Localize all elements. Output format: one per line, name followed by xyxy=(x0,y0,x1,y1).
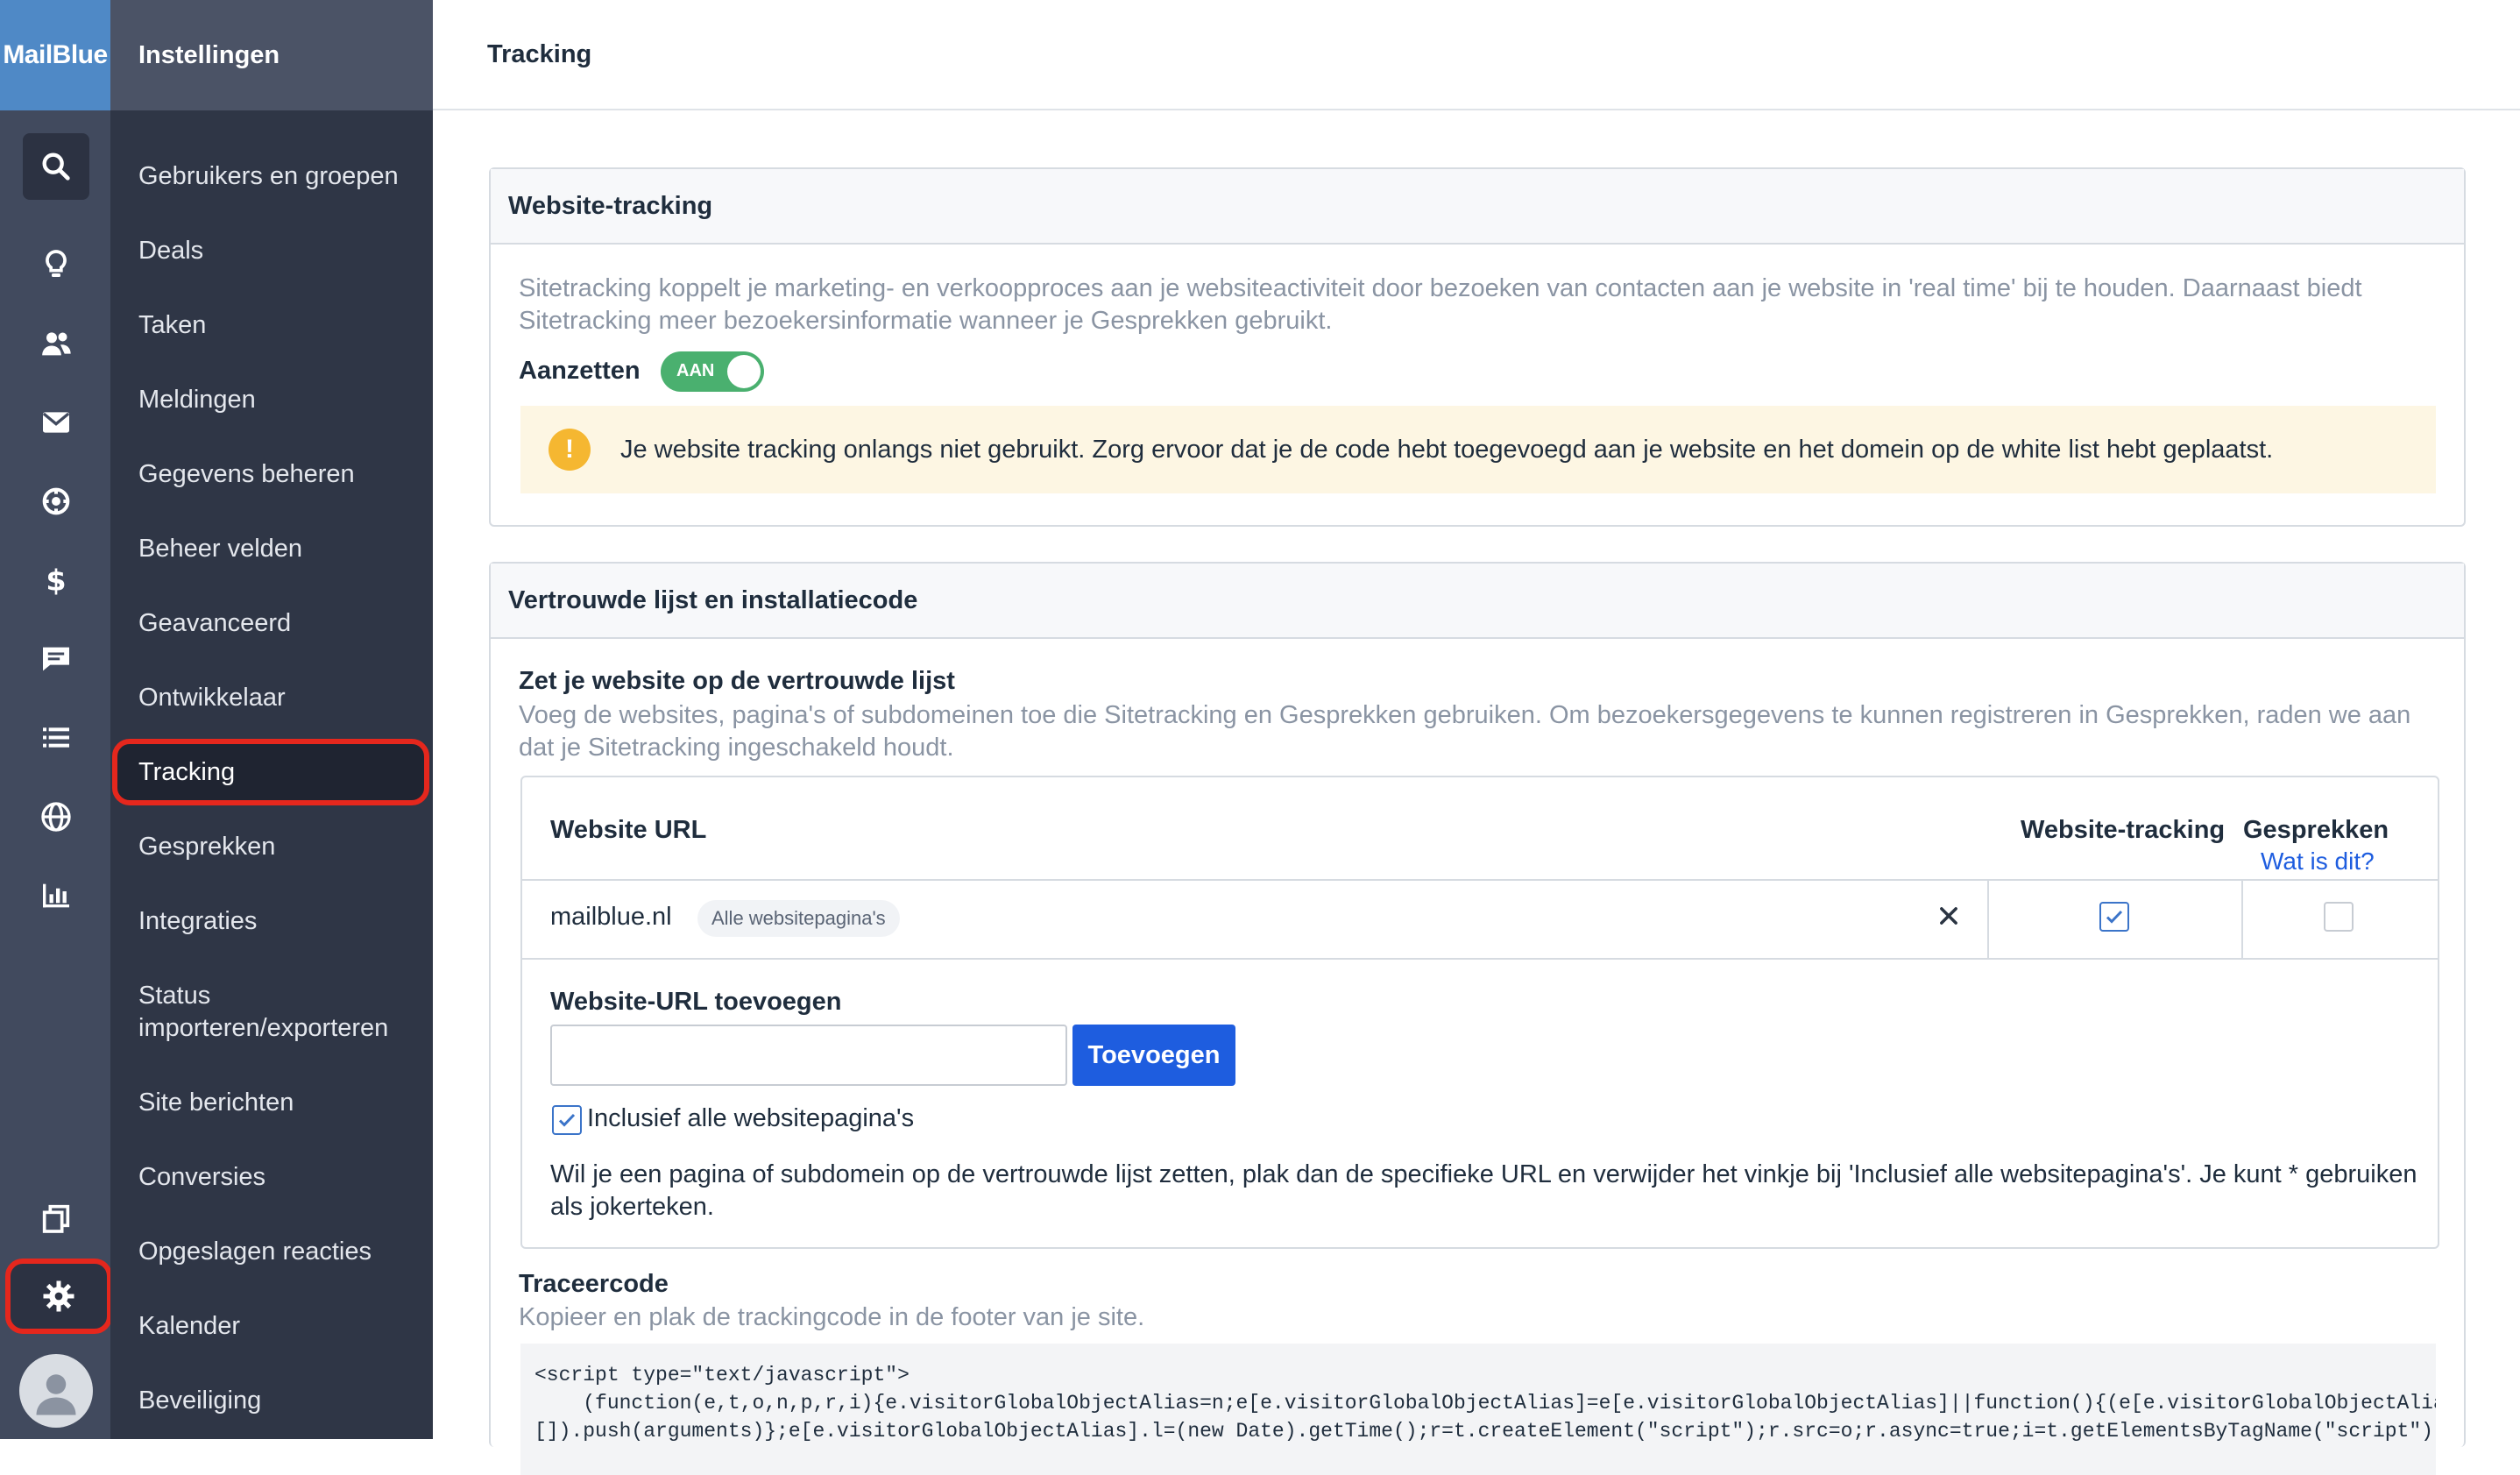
trace-code-heading: Traceercode xyxy=(519,1270,669,1298)
page-title: Tracking xyxy=(433,0,2520,110)
website-tracking-card: Website-tracking Sitetracking koppelt je… xyxy=(489,167,2466,527)
menu-item-deals[interactable]: Deals xyxy=(138,235,419,267)
menu-item-manage-fields[interactable]: Beheer velden xyxy=(138,533,419,565)
row-url: mailblue.nl xyxy=(550,903,672,931)
add-button[interactable]: Toevoegen xyxy=(1072,1025,1235,1086)
warning-icon: ! xyxy=(549,429,591,471)
warning-text: Je website tracking onlangs niet gebruik… xyxy=(620,435,2274,464)
add-url-label: Website-URL toevoegen xyxy=(550,988,842,1016)
divider xyxy=(1987,879,1989,960)
website-tracking-heading: Website-tracking xyxy=(491,169,2464,245)
code-line: (function(e,t,o,n,p,r,i){e.visitorGlobal… xyxy=(583,1392,2436,1415)
gear-icon[interactable] xyxy=(5,1259,112,1334)
toggle-label: Aanzetten xyxy=(519,357,641,385)
divider xyxy=(522,879,2438,881)
automation-icon[interactable] xyxy=(23,468,89,535)
tracking-toggle[interactable]: AAN xyxy=(661,351,764,392)
trace-code-description: Kopieer en plak de trackingcode in de fo… xyxy=(519,1303,1145,1331)
menu-item-tasks[interactable]: Taken xyxy=(138,309,419,342)
website-tracking-description: Sitetracking koppelt je marketing- en ve… xyxy=(519,274,2362,335)
menu-item-security[interactable]: Beveiliging xyxy=(138,1385,419,1417)
settings-menu-title: Instellingen xyxy=(110,0,433,110)
search-icon[interactable] xyxy=(23,133,89,200)
column-header-tracking: Website-tracking xyxy=(2021,816,2226,844)
menu-item-notifications[interactable]: Meldingen xyxy=(138,384,419,416)
menu-item-integrations[interactable]: Integraties xyxy=(138,905,419,938)
menu-item-calendar[interactable]: Kalender xyxy=(138,1310,419,1343)
icon-rail: MailBlue $ xyxy=(0,0,112,1439)
include-all-label[interactable]: Inclusief alle websitepagina's xyxy=(587,1104,914,1133)
menu-item-advanced[interactable]: Geavanceerd xyxy=(138,607,419,640)
trace-code-block[interactable]: <script type="text/javascript"> (functio… xyxy=(520,1344,2436,1475)
svg-text:$: $ xyxy=(46,564,66,598)
url-input[interactable] xyxy=(550,1025,1067,1086)
menu-item-tracking[interactable]: Tracking xyxy=(112,739,429,805)
mail-icon[interactable] xyxy=(23,389,89,456)
whitelist-heading: Vertrouwde lijst en installatiecode xyxy=(491,564,2464,639)
toggle-knob xyxy=(727,355,761,388)
url-table: Website URL Website-tracking Gesprekken … xyxy=(520,776,2439,1249)
chat-icon[interactable] xyxy=(23,626,89,692)
menu-item-manage-data[interactable]: Gegevens beheren xyxy=(138,458,419,491)
whitelist-subtitle: Zet je website op de vertrouwde lijst xyxy=(519,667,955,695)
lightbulb-icon[interactable] xyxy=(23,231,89,298)
settings-menu: Instellingen Gebruikers en groepen Deals… xyxy=(110,0,433,1439)
include-all-checkbox[interactable] xyxy=(552,1105,582,1135)
row-tracking-checkbox[interactable] xyxy=(2099,902,2129,932)
scope-badge: Alle websitepagina's xyxy=(697,900,900,937)
toggle-state-label: AAN xyxy=(676,361,715,380)
row-conversations-checkbox[interactable] xyxy=(2324,902,2354,932)
menu-item-conversions[interactable]: Conversies xyxy=(138,1161,419,1194)
reports-icon[interactable] xyxy=(23,862,89,929)
dollar-icon[interactable]: $ xyxy=(23,547,89,613)
menu-item-conversations[interactable]: Gesprekken xyxy=(138,831,419,863)
column-header-conversations: Gesprekken xyxy=(2243,816,2389,844)
column-header-url: Website URL xyxy=(550,816,707,844)
divider xyxy=(522,958,2438,960)
code-line: <script type="text/javascript"> xyxy=(534,1364,910,1386)
whitelist-card: Vertrouwde lijst en installatiecode Zet … xyxy=(489,562,2466,1475)
contacts-icon[interactable] xyxy=(23,310,89,377)
what-is-this-link[interactable]: Wat is dit? xyxy=(2261,847,2375,876)
menu-item-saved-responses[interactable]: Opgeslagen reacties xyxy=(138,1236,419,1268)
menu-item-import-export[interactable]: Status importeren/exporteren xyxy=(138,980,419,1045)
menu-item-site-messages[interactable]: Site berichten xyxy=(138,1087,419,1119)
code-line: []).push(arguments)};e[e.visitorGlobalOb… xyxy=(534,1420,2436,1443)
warning-banner: ! Je website tracking onlangs niet gebru… xyxy=(520,406,2436,493)
globe-icon[interactable] xyxy=(23,784,89,850)
list-icon[interactable] xyxy=(23,705,89,771)
remove-url-icon[interactable] xyxy=(1931,898,1966,933)
pages-icon[interactable] xyxy=(23,1185,89,1252)
whitelist-description: Voeg de websites, pagina's of subdomeine… xyxy=(519,701,2411,762)
brand-logo[interactable]: MailBlue xyxy=(0,0,110,110)
menu-item-developer[interactable]: Ontwikkelaar xyxy=(138,682,419,714)
whitelist-hint: Wil je een pagina of subdomein op de ver… xyxy=(550,1160,2417,1221)
divider xyxy=(2241,879,2243,960)
avatar-icon[interactable] xyxy=(19,1354,93,1428)
menu-item-users-groups[interactable]: Gebruikers en groepen xyxy=(138,160,419,193)
